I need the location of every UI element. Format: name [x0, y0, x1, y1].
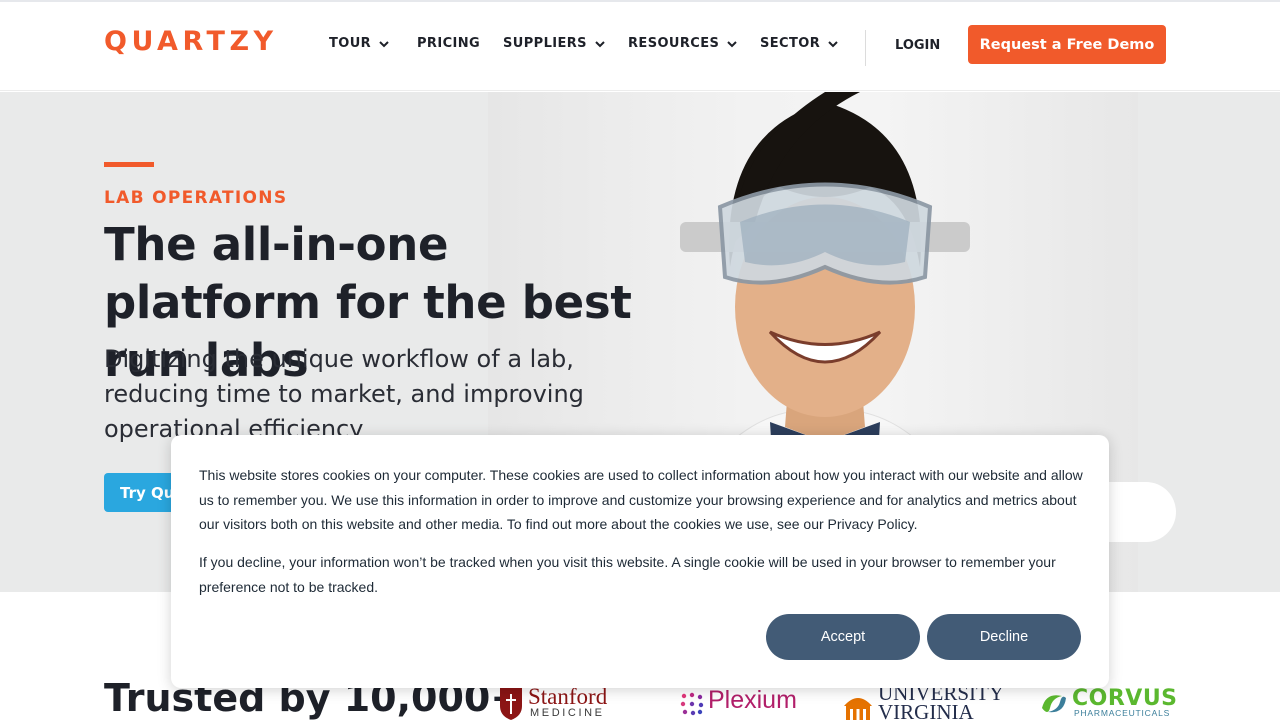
- chevron-down-icon: [594, 38, 606, 50]
- nav-label: TOUR: [329, 36, 372, 51]
- cookie-consent-banner: This website stores cookies on your comp…: [171, 435, 1109, 688]
- cookie-text-main: This website stores cookies on your comp…: [199, 467, 1083, 532]
- hero-subtitle: Digitizing the unique workflow of a lab,…: [104, 345, 584, 443]
- nav-divider: [865, 30, 866, 66]
- corvus-sub: PHARMACEUTICALS: [1074, 708, 1171, 718]
- nav-item-sector[interactable]: SECTOR: [760, 36, 839, 51]
- plexium-logo: Plexium: [678, 686, 798, 720]
- nav-item-tour[interactable]: TOUR: [329, 36, 390, 51]
- quartzy-logo[interactable]: QUARTZY: [104, 26, 278, 57]
- nav-item-pricing[interactable]: PRICING: [417, 36, 480, 51]
- login-link[interactable]: LOGIN: [895, 38, 940, 53]
- request-demo-button[interactable]: Request a Free Demo: [968, 25, 1166, 64]
- stanford-sub: MEDICINE: [530, 707, 605, 719]
- uva-logo: UNIVERSITY VIRGINIA: [842, 683, 1004, 720]
- plexium-name: Plexium: [708, 686, 797, 714]
- stanford-shield-icon: [500, 688, 522, 720]
- site-header: QUARTZY TOUR PRICING SUPPLIERS RESOURCES…: [0, 2, 1280, 91]
- corvus-swirl-icon: [1042, 695, 1066, 713]
- nav-label: SUPPLIERS: [503, 36, 587, 51]
- nav-label: RESOURCES: [628, 36, 720, 51]
- uva-name: UNIVERSITY VIRGINIA: [878, 683, 1004, 720]
- chevron-down-icon: [827, 38, 839, 50]
- nav-label: SECTOR: [760, 36, 821, 51]
- plexium-dots-icon: [680, 692, 704, 716]
- uva-line2: VIRGINIA: [878, 700, 974, 720]
- nav-label: PRICING: [417, 36, 481, 51]
- hero-eyebrow: LAB OPERATIONS: [104, 188, 288, 208]
- cookie-text-decline-info: If you decline, your information won’t b…: [199, 554, 1056, 595]
- nav-item-suppliers[interactable]: SUPPLIERS: [503, 36, 606, 51]
- corvus-logo: CORVUS PHARMACEUTICALS: [1038, 686, 1177, 720]
- stanford-medicine-logo: Stanford MEDICINE: [498, 684, 613, 720]
- nav-item-resources[interactable]: RESOURCES: [628, 36, 738, 51]
- chevron-down-icon: [378, 38, 390, 50]
- accept-cookies-button[interactable]: Accept: [766, 614, 920, 660]
- hero-accent-bar: [104, 162, 154, 167]
- uva-rotunda-icon: [844, 698, 872, 720]
- decline-cookies-button[interactable]: Decline: [927, 614, 1081, 660]
- chevron-down-icon: [726, 38, 738, 50]
